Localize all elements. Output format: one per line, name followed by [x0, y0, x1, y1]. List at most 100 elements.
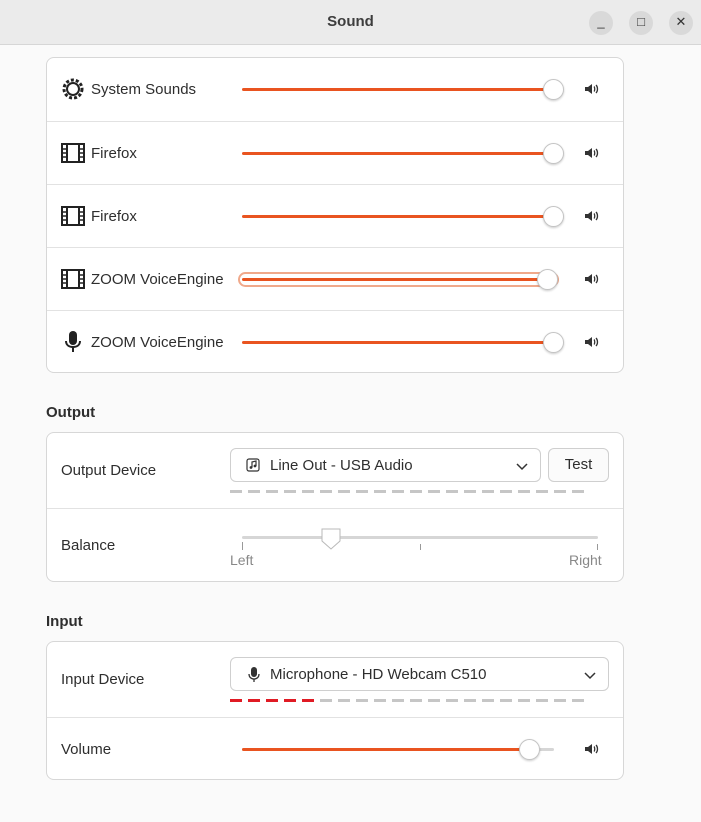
- test-button[interactable]: Test: [548, 448, 609, 482]
- level-segment: [464, 490, 476, 493]
- sound-window: Sound _ □ ✕ System Sounds Firefox Firefo…: [0, 0, 701, 822]
- balance-tick-left: [242, 542, 243, 550]
- speaker-icon[interactable]: [583, 81, 599, 97]
- level-segment: [482, 699, 494, 702]
- app-volume-card: System Sounds Firefox Firefox ZOOM Voice…: [46, 57, 624, 373]
- app-name: System Sounds: [91, 81, 197, 98]
- level-segment: [374, 490, 386, 493]
- balance-right-label: Right: [569, 552, 602, 568]
- output-device-label: Output Device: [61, 462, 157, 479]
- app-name: Firefox: [91, 208, 137, 225]
- balance-tick-center: [420, 544, 421, 550]
- level-segment: [284, 490, 296, 493]
- app-name: Firefox: [91, 145, 137, 162]
- level-segment: [536, 490, 548, 493]
- app-volume-slider[interactable]: [242, 215, 554, 218]
- level-segment: [518, 699, 530, 702]
- film-icon: [61, 269, 85, 289]
- speaker-icon[interactable]: [583, 741, 599, 757]
- app-volume-slider[interactable]: [242, 278, 547, 281]
- minimize-button[interactable]: _: [589, 11, 613, 35]
- level-segment: [482, 490, 494, 493]
- level-segment: [572, 490, 584, 493]
- level-segment: [572, 699, 584, 702]
- balance-slider[interactable]: [242, 536, 598, 539]
- input-volume-row: Volume: [47, 717, 623, 780]
- app-volume-row: System Sounds: [47, 58, 623, 121]
- app-volume-row: Firefox: [47, 121, 623, 184]
- music-note-icon: [246, 458, 260, 472]
- balance-tick-right: [597, 544, 598, 550]
- app-volume-slider[interactable]: [242, 88, 554, 91]
- level-segment: [464, 699, 476, 702]
- balance-row: Balance Left Right: [47, 508, 623, 582]
- film-icon: [61, 206, 85, 226]
- level-segment: [230, 699, 242, 702]
- level-segment: [500, 490, 512, 493]
- app-volume-row: ZOOM VoiceEngine: [47, 310, 623, 373]
- slider-knob[interactable]: [519, 739, 541, 760]
- level-segment: [356, 490, 368, 493]
- level-segment: [428, 699, 440, 702]
- level-segment: [338, 699, 350, 702]
- level-segment: [320, 490, 332, 493]
- speaker-icon[interactable]: [583, 334, 599, 350]
- maximize-button[interactable]: □: [629, 11, 653, 35]
- level-segment: [554, 699, 566, 702]
- app-name: ZOOM VoiceEngine: [91, 334, 224, 351]
- level-segment: [374, 699, 386, 702]
- microphone-icon: [248, 667, 260, 682]
- level-segment: [518, 490, 530, 493]
- output-device-dropdown[interactable]: Line Out - USB Audio: [230, 448, 541, 482]
- film-icon: [61, 143, 85, 163]
- slider-knob[interactable]: [543, 206, 564, 227]
- level-segment: [392, 490, 404, 493]
- input-device-value: Microphone - HD Webcam C510: [270, 666, 487, 683]
- level-segment: [392, 699, 404, 702]
- system-sounds-icon: [62, 78, 84, 100]
- level-segment: [230, 490, 242, 493]
- level-segment: [410, 699, 422, 702]
- input-level-meter: [230, 699, 584, 702]
- speaker-icon[interactable]: [583, 145, 599, 161]
- balance-label: Balance: [61, 537, 116, 554]
- level-segment: [410, 490, 422, 493]
- input-volume-fill: [242, 748, 530, 751]
- level-segment: [320, 699, 332, 702]
- app-name: ZOOM VoiceEngine: [91, 271, 224, 288]
- slider-knob[interactable]: [537, 269, 558, 290]
- level-segment: [446, 490, 458, 493]
- level-segment: [554, 490, 566, 493]
- speaker-icon[interactable]: [583, 271, 599, 287]
- level-segment: [500, 699, 512, 702]
- level-segment: [302, 699, 314, 702]
- input-section-title: Input: [46, 613, 83, 630]
- balance-left-label: Left: [230, 552, 254, 568]
- input-card: Input Device Microphone - HD Webcam C510…: [46, 641, 624, 780]
- output-section-title: Output: [46, 404, 96, 421]
- output-card: Output Device Line Out - USB Audio Test …: [46, 432, 624, 582]
- app-volume-slider[interactable]: [242, 341, 554, 344]
- input-volume-slider[interactable]: [242, 748, 554, 751]
- slider-knob[interactable]: [543, 79, 564, 100]
- level-segment: [302, 490, 314, 493]
- speaker-icon[interactable]: [583, 208, 599, 224]
- close-button[interactable]: ✕: [669, 11, 693, 35]
- input-device-row: Input Device Microphone - HD Webcam C510: [47, 642, 623, 717]
- title-bar: Sound _ □ ✕: [0, 0, 701, 45]
- app-volume-row: Firefox: [47, 184, 623, 247]
- chevron-down-icon: [584, 672, 596, 680]
- level-segment: [266, 699, 278, 702]
- slider-knob[interactable]: [543, 332, 564, 353]
- input-device-dropdown[interactable]: Microphone - HD Webcam C510: [230, 657, 609, 691]
- chevron-down-icon: [516, 463, 528, 471]
- balance-knob[interactable]: [320, 527, 342, 551]
- level-segment: [356, 699, 368, 702]
- level-segment: [266, 490, 278, 493]
- level-segment: [536, 699, 548, 702]
- app-volume-slider[interactable]: [242, 152, 554, 155]
- output-level-meter: [230, 490, 584, 493]
- app-volume-row: ZOOM VoiceEngine: [47, 247, 623, 310]
- slider-knob[interactable]: [543, 143, 564, 164]
- microphone-icon: [65, 331, 81, 352]
